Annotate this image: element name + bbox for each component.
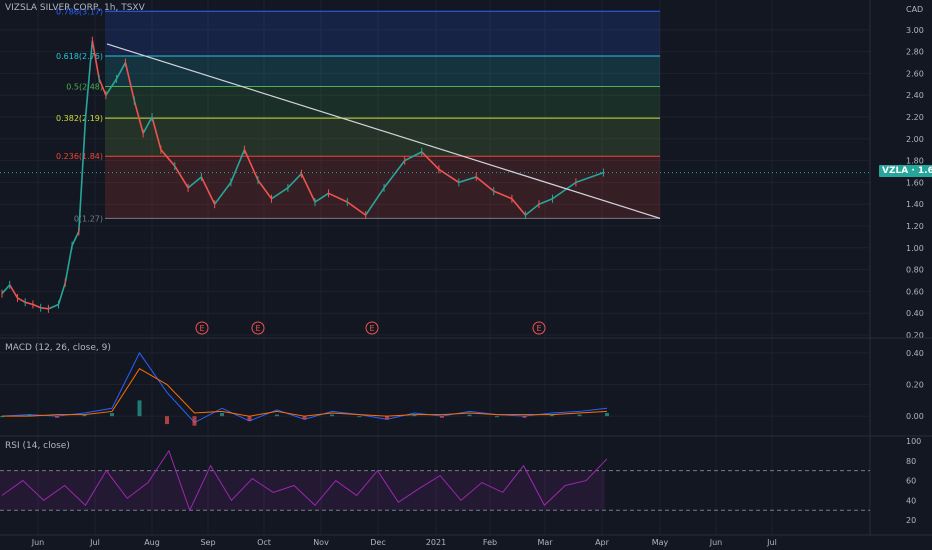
rsi-axis-tick: 100 [906, 437, 921, 446]
fib-zone [105, 11, 660, 56]
time-axis-tick: 2021 [426, 538, 446, 547]
chart-canvas[interactable]: 3.002.802.602.402.202.001.801.601.401.20… [0, 0, 932, 550]
time-axis-tick: Jul [89, 538, 100, 547]
price-segment [32, 303, 41, 309]
price-axis-tick: 2.60 [906, 69, 924, 78]
rsi-axis-tick: 80 [906, 457, 916, 466]
earnings-event-label: E [255, 324, 260, 333]
macd-histogram-bar [330, 414, 334, 417]
macd-title: MACD (12, 26, close, 9) [5, 343, 111, 353]
time-axis-tick: Jun [31, 538, 45, 547]
fib-zone [105, 86, 660, 119]
macd-histogram-bar [220, 413, 224, 417]
price-segment [57, 282, 67, 305]
macd-axis-tick: 0.00 [906, 412, 924, 421]
price-segment [17, 297, 26, 303]
price-segment [24, 301, 34, 306]
fib-level-label: 0.5(2.48) [66, 82, 103, 91]
macd-histogram-bar [302, 416, 307, 420]
earnings-event-label: E [536, 324, 541, 333]
macd-axis-tick: 0.20 [906, 381, 924, 390]
macd-histogram-bar [605, 413, 609, 417]
macd-histogram-bar [522, 416, 527, 418]
price-tag-value: 1.69 [917, 166, 932, 176]
macd-histogram-bar [385, 416, 389, 420]
price-segment [40, 306, 49, 310]
price-axis-tick: 3.00 [906, 26, 924, 35]
time-axis-tick: Jul [766, 538, 777, 547]
macd-histogram-bar [27, 414, 32, 417]
fib-level-label: 0.236(1.84) [56, 152, 103, 161]
time-axis-tick: Mar [537, 538, 553, 547]
time-axis-tick: Sep [200, 538, 215, 547]
fib-level-label: 0.382(2.19) [56, 114, 103, 123]
rsi-axis-tick: 20 [906, 516, 916, 525]
price-tag-separator: · [911, 166, 915, 176]
fib-zone [105, 118, 660, 157]
time-axis-tick: Dec [370, 538, 385, 547]
macd-series-line [2, 368, 608, 417]
time-axis-tick: Feb [483, 538, 497, 547]
time-axis-tick: May [652, 538, 669, 547]
last-price-tag: VZLA · 1.69 [879, 165, 932, 177]
macd-histogram-bar [495, 416, 499, 418]
price-axis-tick: 2.40 [906, 91, 924, 100]
macd-histogram-bar [440, 416, 444, 418]
macd-histogram-bar [275, 414, 279, 417]
symbol-title: VIZSLA SILVER CORP, 1h, TSXV [5, 3, 145, 13]
macd-histogram-bar [55, 416, 59, 418]
earnings-event-label: E [369, 324, 374, 333]
macd-histogram-bar [192, 416, 197, 426]
rsi-axis-tick: 60 [906, 477, 916, 486]
macd-histogram-bar [110, 413, 114, 417]
macd-histogram-bar [550, 414, 554, 417]
macd-histogram-bar [412, 414, 417, 417]
macd-series-line [1, 351, 608, 424]
price-segment [71, 231, 80, 246]
time-axis-tick: Nov [313, 538, 329, 547]
time-axis-tick: Apr [595, 538, 610, 547]
time-axis-tick: Oct [257, 538, 271, 547]
macd-histogram-bar [467, 414, 472, 417]
fib-level-label: 0(1.27) [74, 214, 103, 223]
price-axis-tick: 1.60 [906, 178, 924, 187]
price-axis-tick: 0.20 [906, 331, 924, 340]
price-axis-tick: 1.20 [906, 222, 924, 231]
price-axis-tick: 2.80 [906, 48, 924, 57]
price-axis-tick: 1.40 [906, 200, 924, 209]
rsi-band-fill [0, 470, 605, 511]
macd-histogram-bar [577, 414, 582, 417]
price-segment [64, 245, 73, 283]
macd-histogram-bar [0, 416, 4, 418]
price-tag-ticker: VZLA [882, 166, 909, 176]
price-segment [1, 284, 11, 295]
currency-label: CAD [906, 5, 924, 14]
price-axis-tick: 2.20 [906, 113, 924, 122]
rsi-axis-tick: 40 [906, 496, 916, 505]
macd-histogram-bar [137, 400, 142, 417]
macd-axis-tick: 0.40 [906, 349, 924, 358]
macd-histogram-bar [165, 416, 169, 425]
price-axis-tick: 2.00 [906, 135, 924, 144]
time-axis-tick: Jun [709, 538, 723, 547]
fib-zone [105, 55, 660, 87]
macd-histogram-bar [82, 414, 87, 417]
price-segment [48, 303, 59, 310]
price-axis-tick: 0.60 [906, 287, 924, 296]
earnings-event-label: E [199, 324, 204, 333]
macd-histogram-bar [357, 416, 362, 418]
price-axis-tick: 1.00 [906, 244, 924, 253]
macd-histogram-bar [247, 416, 252, 421]
time-axis-tick: Aug [144, 538, 160, 547]
rsi-title: RSI (14, close) [5, 441, 70, 451]
price-axis-tick: 0.80 [906, 266, 924, 275]
price-axis-tick: 0.40 [906, 309, 924, 318]
